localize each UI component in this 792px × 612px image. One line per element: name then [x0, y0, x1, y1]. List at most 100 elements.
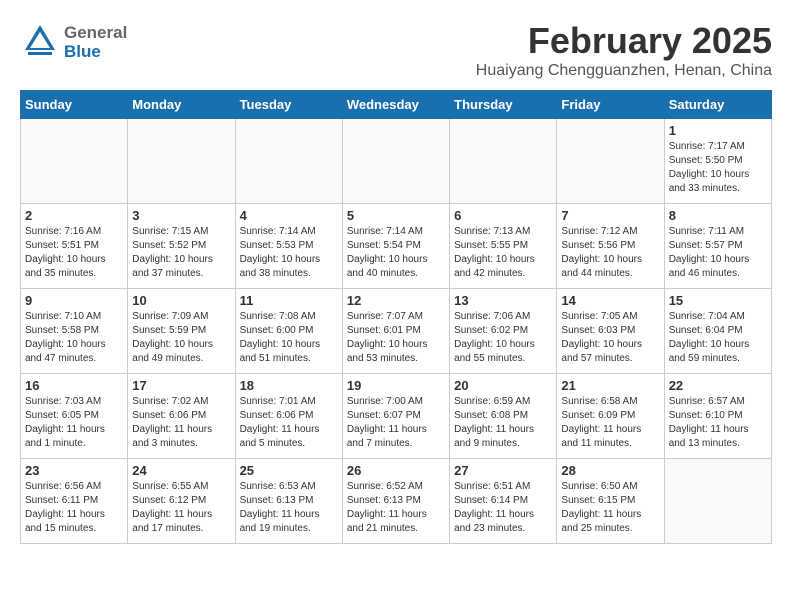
- calendar-cell: 14 Sunrise: 7:05 AM Sunset: 6:03 PM Dayli…: [557, 289, 664, 374]
- day-info: Sunrise: 7:06 AM Sunset: 6:02 PM Dayligh…: [454, 310, 552, 366]
- col-header-tuesday: Tuesday: [235, 91, 342, 119]
- calendar-cell: 20Sunrise: 6:59 AM Sunset: 6:08 PM Dayli…: [450, 374, 557, 459]
- calendar-cell: [128, 119, 235, 204]
- calendar-week-3: 9Sunrise: 7:10 AM Sunset: 5:58 PM Daylig…: [21, 289, 772, 374]
- day-info: Sunrise: 6:58 AM Sunset: 6:09 PM Dayligh…: [561, 395, 659, 451]
- day-number: 9: [25, 293, 123, 308]
- col-header-sunday: Sunday: [21, 91, 128, 119]
- logo-words: General Blue: [64, 24, 127, 61]
- day-info: Sunrise: 7:04 AM Sunset: 6:04 PM Dayligh…: [669, 310, 767, 366]
- calendar-header-row: SundayMondayTuesdayWednesdayThursdayFrid…: [21, 91, 772, 119]
- day-info: Sunrise: 6:51 AM Sunset: 6:14 PM Dayligh…: [454, 480, 552, 536]
- calendar-table: SundayMondayTuesdayWednesdayThursdayFrid…: [20, 90, 772, 544]
- logo-general: General: [64, 24, 127, 43]
- day-info: Sunrise: 7:14 AM Sunset: 5:53 PM Dayligh…: [240, 225, 338, 281]
- calendar-cell: 22 Sunrise: 6:57 AM Sunset: 6:10 PM Dayli…: [664, 374, 771, 459]
- day-info: Sunrise: 7:00 AM Sunset: 6:07 PM Dayligh…: [347, 395, 445, 451]
- day-info: Sunrise: 7:07 AM Sunset: 6:01 PM Dayligh…: [347, 310, 445, 366]
- calendar-cell: 5 Sunrise: 7:14 AM Sunset: 5:54 PM Daylig…: [342, 204, 449, 289]
- calendar-cell: [557, 119, 664, 204]
- page-header: General Blue February 2025 Huaiyang Chen…: [20, 20, 772, 80]
- calendar-cell: [450, 119, 557, 204]
- calendar-cell: 7 Sunrise: 7:12 AM Sunset: 5:56 PM Daylig…: [557, 204, 664, 289]
- calendar-cell: 25 Sunrise: 6:53 AM Sunset: 6:13 PM Dayli…: [235, 459, 342, 544]
- day-info: Sunrise: 6:56 AM Sunset: 6:11 PM Dayligh…: [25, 480, 123, 536]
- day-info: Sunrise: 7:08 AM Sunset: 6:00 PM Dayligh…: [240, 310, 338, 366]
- calendar-cell: 27 Sunrise: 6:51 AM Sunset: 6:14 PM Dayli…: [450, 459, 557, 544]
- calendar-cell: 19 Sunrise: 7:00 AM Sunset: 6:07 PM Dayli…: [342, 374, 449, 459]
- day-info: Sunrise: 6:57 AM Sunset: 6:10 PM Dayligh…: [669, 395, 767, 451]
- day-info: Sunrise: 7:09 AM Sunset: 5:59 PM Dayligh…: [132, 310, 230, 366]
- calendar-cell: [342, 119, 449, 204]
- calendar-week-2: 2Sunrise: 7:16 AM Sunset: 5:51 PM Daylig…: [21, 204, 772, 289]
- day-number: 4: [240, 208, 338, 223]
- day-info: Sunrise: 7:12 AM Sunset: 5:56 PM Dayligh…: [561, 225, 659, 281]
- calendar-week-4: 16Sunrise: 7:03 AM Sunset: 6:05 PM Dayli…: [21, 374, 772, 459]
- calendar-cell: 18 Sunrise: 7:01 AM Sunset: 6:06 PM Dayli…: [235, 374, 342, 459]
- calendar-cell: 9Sunrise: 7:10 AM Sunset: 5:58 PM Daylig…: [21, 289, 128, 374]
- day-info: Sunrise: 7:14 AM Sunset: 5:54 PM Dayligh…: [347, 225, 445, 281]
- day-info: Sunrise: 6:52 AM Sunset: 6:13 PM Dayligh…: [347, 480, 445, 536]
- day-info: Sunrise: 7:05 AM Sunset: 6:03 PM Dayligh…: [561, 310, 659, 366]
- calendar-cell: 15 Sunrise: 7:04 AM Sunset: 6:04 PM Dayli…: [664, 289, 771, 374]
- calendar-cell: 28Sunrise: 6:50 AM Sunset: 6:15 PM Dayli…: [557, 459, 664, 544]
- calendar-week-5: 23 Sunrise: 6:56 AM Sunset: 6:11 PM Dayli…: [21, 459, 772, 544]
- day-info: Sunrise: 6:53 AM Sunset: 6:13 PM Dayligh…: [240, 480, 338, 536]
- day-number: 2: [25, 208, 123, 223]
- day-number: 26: [347, 463, 445, 478]
- calendar-cell: 2Sunrise: 7:16 AM Sunset: 5:51 PM Daylig…: [21, 204, 128, 289]
- calendar-cell: 21 Sunrise: 6:58 AM Sunset: 6:09 PM Dayli…: [557, 374, 664, 459]
- day-number: 13: [454, 293, 552, 308]
- calendar-cell: [21, 119, 128, 204]
- calendar-cell: 24 Sunrise: 6:55 AM Sunset: 6:12 PM Dayli…: [128, 459, 235, 544]
- day-info: Sunrise: 7:01 AM Sunset: 6:06 PM Dayligh…: [240, 395, 338, 451]
- day-number: 10: [132, 293, 230, 308]
- calendar-cell: 26 Sunrise: 6:52 AM Sunset: 6:13 PM Dayli…: [342, 459, 449, 544]
- day-number: 25: [240, 463, 338, 478]
- col-header-wednesday: Wednesday: [342, 91, 449, 119]
- day-number: 7: [561, 208, 659, 223]
- calendar-cell: 8 Sunrise: 7:11 AM Sunset: 5:57 PM Daylig…: [664, 204, 771, 289]
- calendar-cell: 10 Sunrise: 7:09 AM Sunset: 5:59 PM Dayli…: [128, 289, 235, 374]
- day-number: 14: [561, 293, 659, 308]
- day-number: 27: [454, 463, 552, 478]
- calendar-cell: 11Sunrise: 7:08 AM Sunset: 6:00 PM Dayli…: [235, 289, 342, 374]
- col-header-thursday: Thursday: [450, 91, 557, 119]
- calendar-cell: [664, 459, 771, 544]
- day-number: 23: [25, 463, 123, 478]
- calendar-cell: 3Sunrise: 7:15 AM Sunset: 5:52 PM Daylig…: [128, 204, 235, 289]
- logo-blue: Blue: [64, 43, 127, 62]
- calendar-cell: 12 Sunrise: 7:07 AM Sunset: 6:01 PM Dayli…: [342, 289, 449, 374]
- day-number: 19: [347, 378, 445, 393]
- col-header-friday: Friday: [557, 91, 664, 119]
- calendar-cell: 13 Sunrise: 7:06 AM Sunset: 6:02 PM Dayli…: [450, 289, 557, 374]
- calendar-week-1: 1 Sunrise: 7:17 AM Sunset: 5:50 PM Daylig…: [21, 119, 772, 204]
- day-info: Sunrise: 7:15 AM Sunset: 5:52 PM Dayligh…: [132, 225, 230, 281]
- day-number: 8: [669, 208, 767, 223]
- day-number: 5: [347, 208, 445, 223]
- day-number: 21: [561, 378, 659, 393]
- day-info: Sunrise: 6:59 AM Sunset: 6:08 PM Dayligh…: [454, 395, 552, 451]
- col-header-saturday: Saturday: [664, 91, 771, 119]
- calendar-cell: 23 Sunrise: 6:56 AM Sunset: 6:11 PM Dayli…: [21, 459, 128, 544]
- day-number: 1: [669, 123, 767, 138]
- day-number: 15: [669, 293, 767, 308]
- day-info: Sunrise: 7:13 AM Sunset: 5:55 PM Dayligh…: [454, 225, 552, 281]
- day-info: Sunrise: 6:50 AM Sunset: 6:15 PM Dayligh…: [561, 480, 659, 536]
- title-block: February 2025 Huaiyang Chengguanzhen, He…: [476, 20, 772, 80]
- day-number: 24: [132, 463, 230, 478]
- day-info: Sunrise: 7:02 AM Sunset: 6:06 PM Dayligh…: [132, 395, 230, 451]
- day-info: Sunrise: 7:17 AM Sunset: 5:50 PM Dayligh…: [669, 140, 767, 196]
- logo-icon: [20, 20, 60, 65]
- month-year-title: February 2025: [476, 20, 772, 62]
- location-subtitle: Huaiyang Chengguanzhen, Henan, China: [476, 62, 772, 80]
- day-number: 18: [240, 378, 338, 393]
- day-number: 12: [347, 293, 445, 308]
- day-info: Sunrise: 6:55 AM Sunset: 6:12 PM Dayligh…: [132, 480, 230, 536]
- calendar-cell: 4 Sunrise: 7:14 AM Sunset: 5:53 PM Daylig…: [235, 204, 342, 289]
- day-number: 22: [669, 378, 767, 393]
- day-info: Sunrise: 7:11 AM Sunset: 5:57 PM Dayligh…: [669, 225, 767, 281]
- day-info: Sunrise: 7:03 AM Sunset: 6:05 PM Dayligh…: [25, 395, 123, 451]
- calendar-cell: 16Sunrise: 7:03 AM Sunset: 6:05 PM Dayli…: [21, 374, 128, 459]
- col-header-monday: Monday: [128, 91, 235, 119]
